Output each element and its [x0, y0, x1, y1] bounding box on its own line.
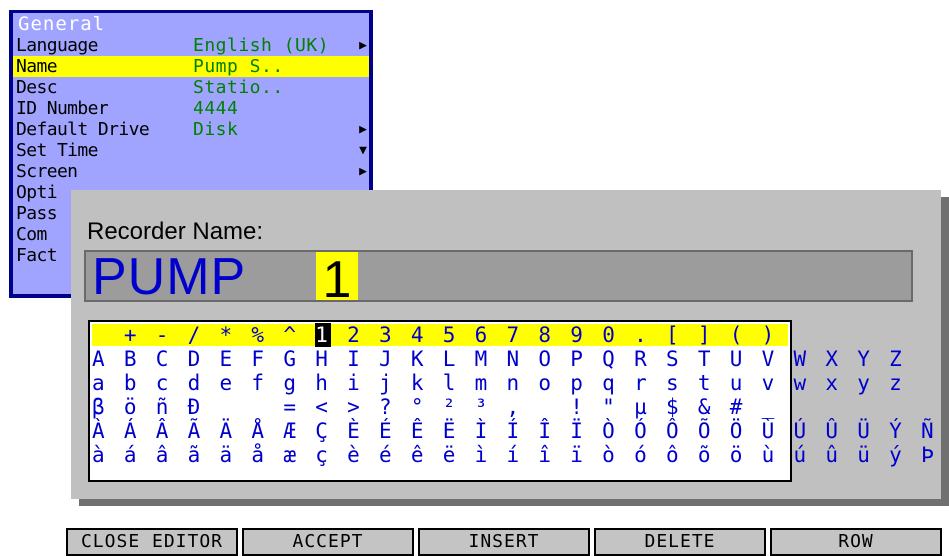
- menu-item-label: Set Time: [16, 140, 99, 161]
- row-button[interactable]: ROW: [770, 528, 942, 556]
- menu-item-label: Name: [16, 56, 58, 77]
- menu-item-value: Statio..: [193, 77, 284, 98]
- menu-item-label: Default Drive: [16, 119, 150, 140]
- char-row-text: 2 3 4 5 6 7 8 9 0 . [ ] ( ): [331, 323, 778, 347]
- menu-item-label: ID Number: [16, 98, 109, 119]
- char-row-uppercase[interactable]: A B C D E F G H I J K L M N O P Q R S T …: [92, 348, 902, 370]
- editor-label: Recorder Name:: [87, 218, 264, 245]
- selected-char[interactable]: 1: [315, 323, 332, 347]
- menu-item-label: Screen: [16, 161, 78, 182]
- character-picker[interactable]: + - / * % ^ 1 2 3 4 5 6 7 8 9 0 . [ ] ( …: [88, 320, 934, 482]
- menu-item-value: Pump S..: [193, 56, 284, 77]
- char-row-symbols[interactable]: + - / * % ^ 1 2 3 4 5 6 7 8 9 0 . [ ] ( …: [92, 323, 788, 347]
- menu-item-set-time[interactable]: Set Time ▼: [13, 140, 369, 161]
- close-editor-button[interactable]: CLOSE EDITOR: [66, 528, 238, 556]
- recorder-name-editor: Recorder Name: PUMP 1 + - / * % ^ 1 2 3 …: [71, 190, 941, 499]
- char-row-text: + - / * % ^: [92, 323, 316, 347]
- menu-item-screen[interactable]: Screen ▶: [13, 161, 369, 182]
- arrow-right-icon: ▶: [359, 38, 367, 53]
- char-row-lowercase[interactable]: a b c d e f g h i j k l m n o p q r s t …: [92, 372, 902, 394]
- menu-title: General: [18, 13, 106, 35]
- name-text: PUMP: [92, 248, 247, 306]
- name-input-field[interactable]: PUMP 1: [84, 248, 913, 308]
- menu-item-default-drive[interactable]: Default Drive Disk ▶: [13, 119, 369, 140]
- arrow-right-icon: ▶: [359, 122, 367, 137]
- menu-item-value: English (UK): [193, 35, 330, 56]
- insert-button[interactable]: INSERT: [418, 528, 590, 556]
- softkey-bar: CLOSE EDITOR ACCEPT INSERT DELETE ROW: [66, 528, 942, 556]
- accept-button[interactable]: ACCEPT: [242, 528, 414, 556]
- char-row-special[interactable]: β ö ñ Đ = < > ? ° ² ³ , ! " µ $ & # _: [92, 396, 788, 418]
- menu-item-label: Fact: [16, 245, 58, 266]
- delete-button[interactable]: DELETE: [594, 528, 766, 556]
- menu-item-label: Opti: [16, 182, 58, 203]
- menu-item-value: 4444: [193, 98, 239, 119]
- char-row-accented-lower[interactable]: à á â ã ä å æ ç è é ê ë ì í î ï ò ó ô õ …: [92, 444, 934, 466]
- arrow-down-icon: ▼: [359, 143, 367, 158]
- menu-item-desc[interactable]: Desc Statio..: [13, 77, 369, 98]
- menu-item-label: Pass: [16, 203, 58, 224]
- menu-item-value: Disk: [193, 119, 239, 140]
- menu-item-label: Desc: [16, 77, 58, 98]
- text-cursor: 1: [316, 252, 358, 308]
- arrow-right-icon: ▶: [359, 164, 367, 179]
- menu-item-label: Language: [16, 35, 99, 56]
- menu-item-name[interactable]: Name Pump S..: [13, 56, 369, 77]
- menu-item-language[interactable]: Language English (UK) ▶: [13, 35, 369, 56]
- menu-item-label: Com: [16, 224, 47, 245]
- char-row-accented-upper[interactable]: À Á Â Ã Ä Å Æ Ç È É Ê Ë Ì Í Î Ï Ò Ó Ô Õ …: [92, 420, 934, 442]
- menu-item-id-number[interactable]: ID Number 4444: [13, 98, 369, 119]
